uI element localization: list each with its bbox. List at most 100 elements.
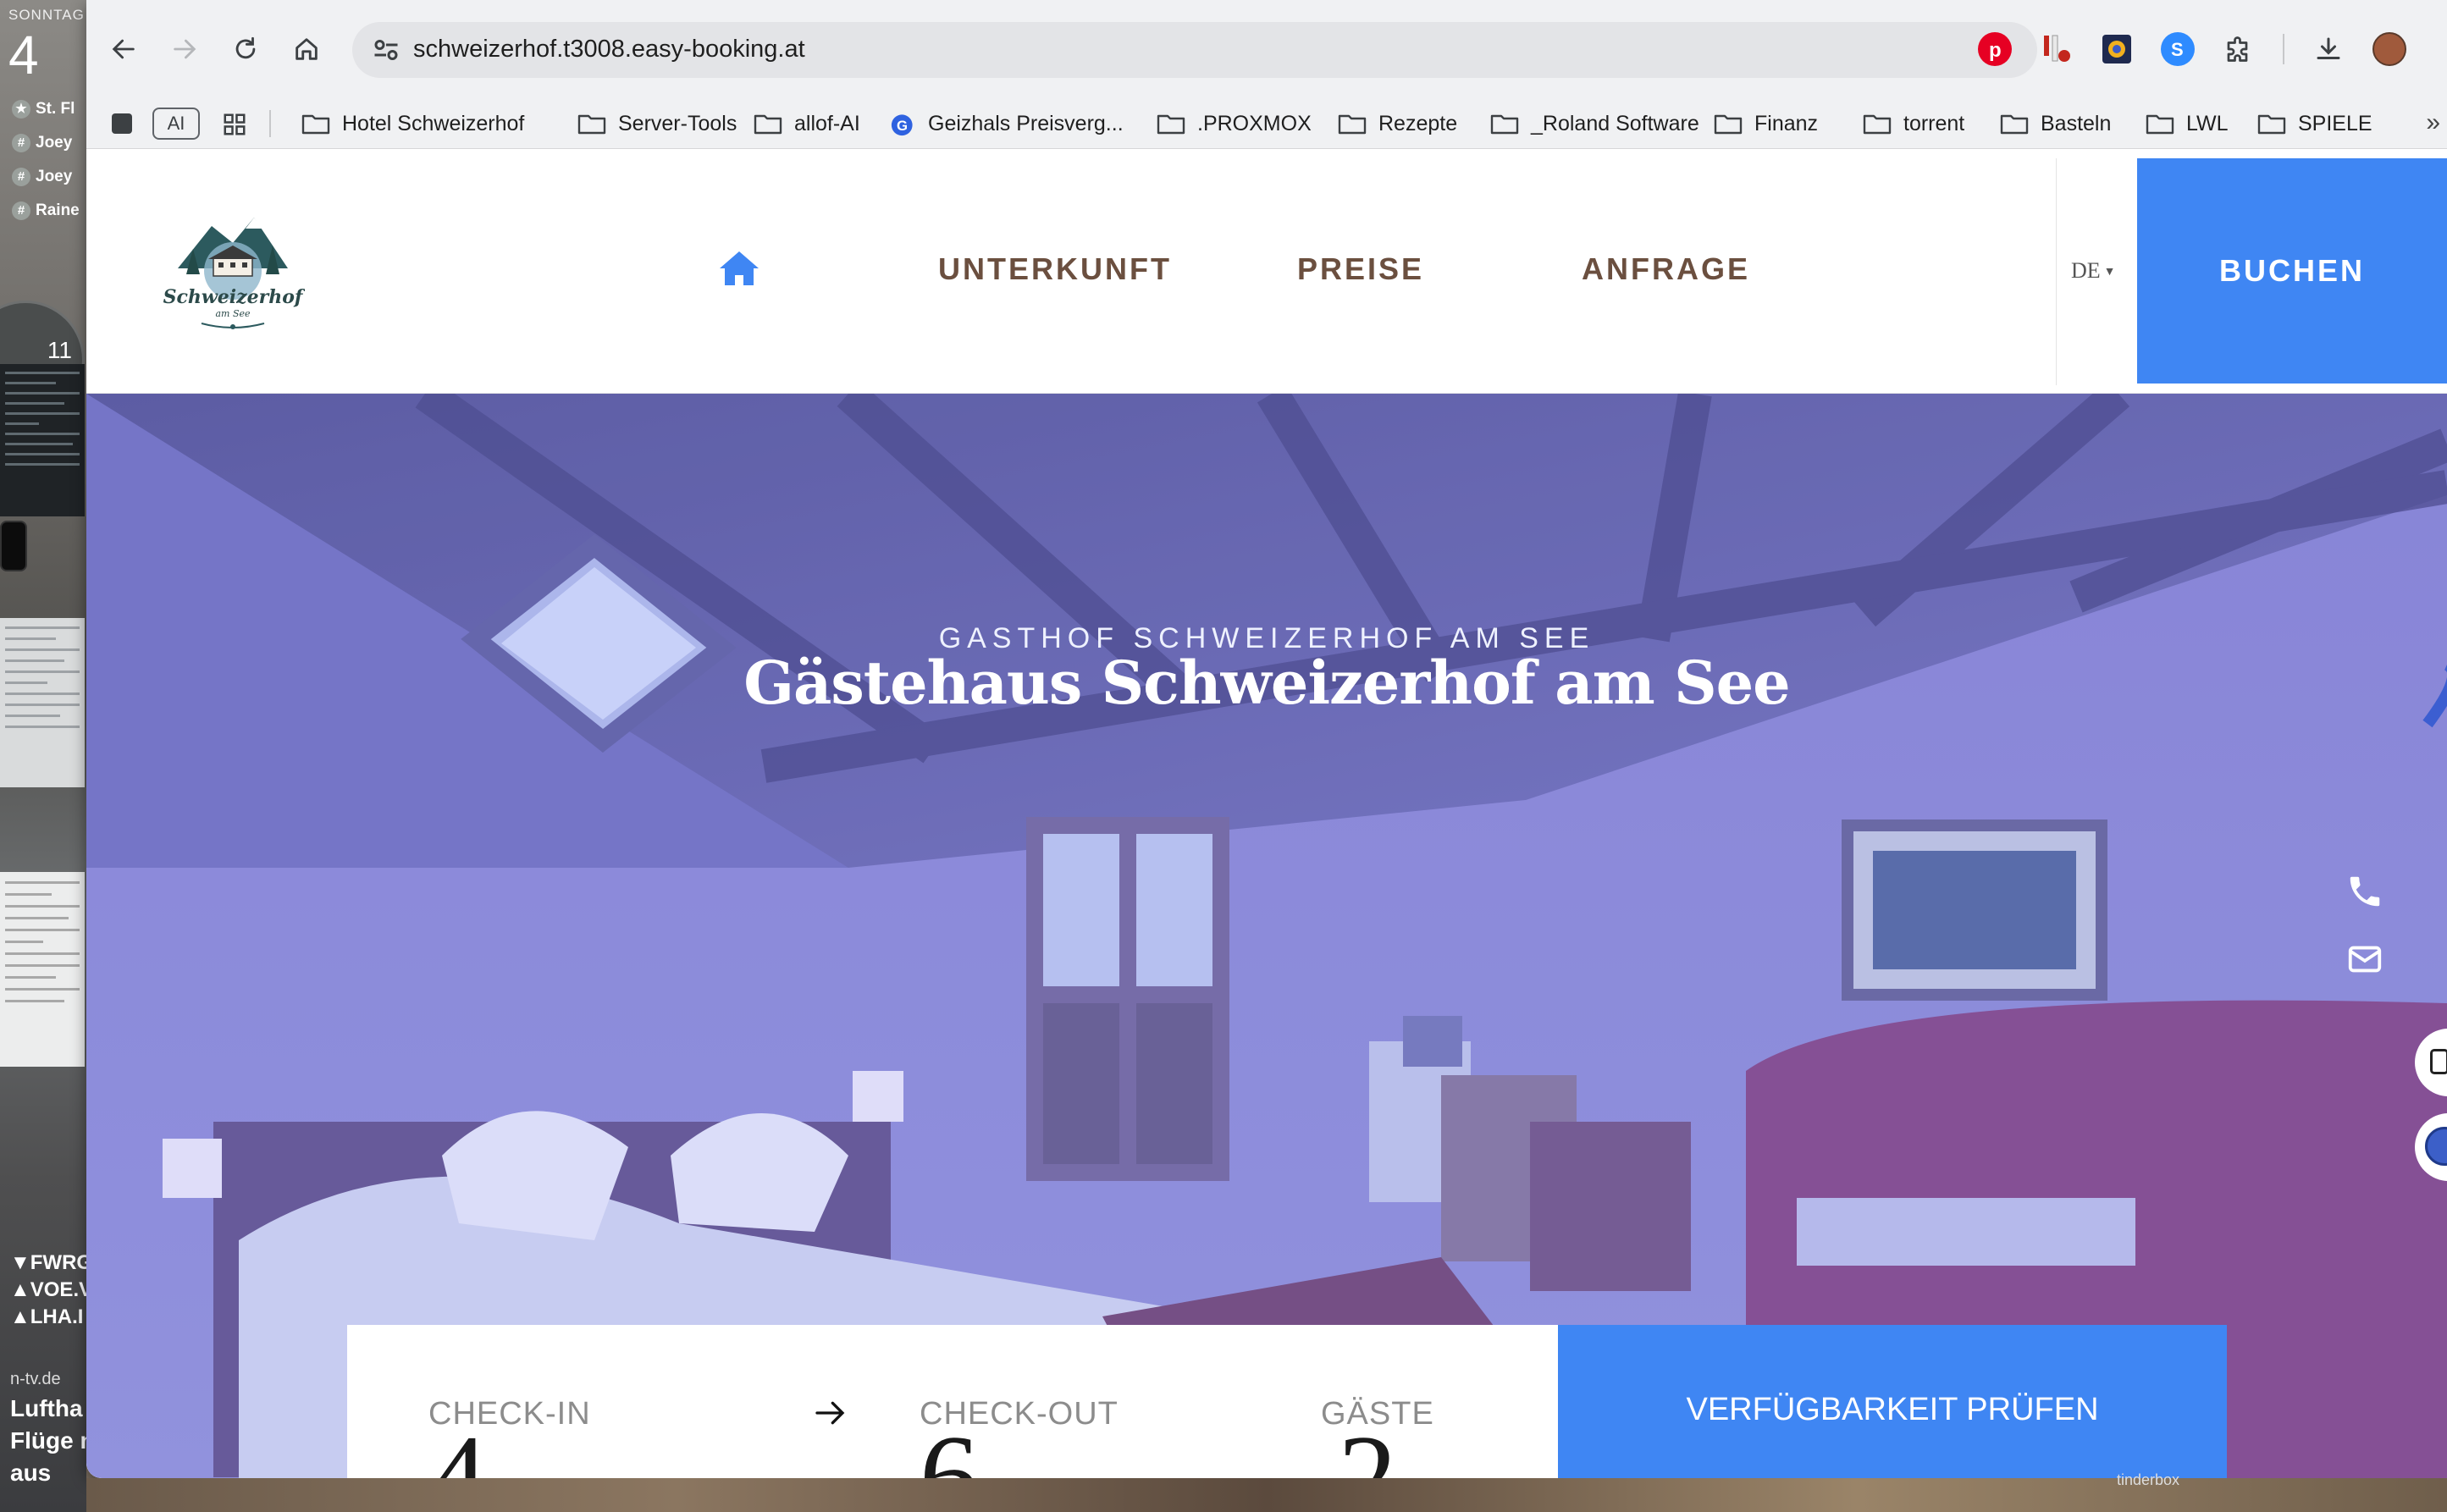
g-logo-icon: G xyxy=(891,114,913,136)
app-thumbnail[interactable] xyxy=(0,521,27,571)
pinterest-extension-icon[interactable]: p xyxy=(1978,32,2012,66)
reload-icon xyxy=(235,36,256,59)
reload-button[interactable] xyxy=(227,30,264,68)
stock-ticker: ▲VOE.V xyxy=(10,1278,86,1301)
bookmark-label: Rezepte xyxy=(1378,111,1458,135)
stock-ticker: ▼FWRG xyxy=(10,1251,86,1274)
bookmark-label: LWL xyxy=(2186,111,2229,135)
toolbar-separator xyxy=(2283,34,2284,64)
logo-text: Schweizerhof xyxy=(163,286,305,308)
language-selector[interactable]: DE ▼ xyxy=(2071,258,2116,284)
bookmark-label: Geizhals Preisverg... xyxy=(928,111,1124,135)
checkout-date[interactable]: 6Mai xyxy=(920,1418,1071,1479)
bookmark-label: Server-Tools xyxy=(618,111,737,135)
bookmark-item[interactable]: Hotel Schweizerhof xyxy=(301,98,524,149)
bookmark-item[interactable]: Finanz xyxy=(1714,98,1818,149)
profile-avatar[interactable] xyxy=(2372,32,2406,66)
guests-value[interactable]: 2 xyxy=(1338,1418,1397,1479)
nav-anfrage[interactable]: ANFRAGE xyxy=(1582,251,1750,287)
folder-icon xyxy=(754,114,782,135)
mail-icon[interactable] xyxy=(2345,940,2384,979)
bookmark-item[interactable]: torrent xyxy=(1863,98,1964,149)
event-icon: # xyxy=(12,134,30,152)
calendar-event[interactable]: # Raine xyxy=(12,201,80,220)
nav-unterkunft[interactable]: UNTERKUNFT xyxy=(938,251,1172,287)
web-page: Schweizerhof am See UNTERKUNFT PREISE AN… xyxy=(86,150,2447,1478)
header-divider xyxy=(2056,158,2057,385)
url-text[interactable]: schweizerhof.t3008.easy-booking.at xyxy=(413,36,805,63)
address-bar[interactable]: schweizerhof.t3008.easy-booking.at xyxy=(352,22,2037,78)
sync-extension-icon[interactable]: S xyxy=(2161,32,2195,66)
bookmark-label: Basteln xyxy=(2041,111,2112,135)
folder-icon xyxy=(2000,114,2029,135)
bookmark-item[interactable]: SPIELE xyxy=(2257,98,2372,149)
checkout-day: 6 xyxy=(920,1411,979,1479)
calendar-day-label: SONNTAG xyxy=(8,7,85,23)
desktop-wallpaper-strip xyxy=(86,1478,2447,1512)
hero-room-image xyxy=(86,394,2447,1478)
bookmark-label: Finanz xyxy=(1754,111,1819,135)
folder-icon xyxy=(1338,114,1367,135)
calendar-date: 4 xyxy=(8,25,39,86)
bookmark-item[interactable]: Basteln xyxy=(2000,98,2111,149)
folder-icon xyxy=(1863,114,1892,135)
calendar-event[interactable]: # Joey xyxy=(12,134,72,152)
home-icon[interactable] xyxy=(718,250,760,287)
folder-icon xyxy=(2257,114,2286,135)
home-outline-icon xyxy=(296,38,318,60)
tab-search-icon[interactable] xyxy=(112,113,132,134)
bookmark-label: _Roland Software xyxy=(1531,111,1699,135)
back-arrow-icon xyxy=(112,39,135,59)
bookmark-item[interactable]: LWL xyxy=(2146,98,2229,149)
folder-icon xyxy=(2146,114,2174,135)
bookmarks-bar: AI Hotel Schweizerhof Server-Tools allof-A… xyxy=(86,98,2447,149)
calendar-event[interactable]: # Joey xyxy=(12,168,72,186)
nav-preise[interactable]: PREISE xyxy=(1297,251,1424,287)
footer-label: tinderbox xyxy=(2117,1471,2180,1488)
forward-button[interactable] xyxy=(166,30,203,68)
svg-text:S: S xyxy=(2171,39,2184,60)
checkin-month: Mai xyxy=(493,1468,580,1478)
bookmark-item[interactable]: allof-AI xyxy=(754,98,860,149)
checkin-day: 4 xyxy=(428,1411,488,1479)
bookmark-item[interactable]: Server-Tools xyxy=(577,98,737,149)
extension-icon[interactable] xyxy=(2039,32,2073,66)
news-source: n-tv.de xyxy=(10,1370,61,1388)
bookmark-item[interactable]: _Roland Software xyxy=(1490,98,1699,149)
desktop-widgets: SONNTAG 4 ★ St. Fl # Joey # Joey # Raine 11 … xyxy=(0,0,86,1512)
schweizerhof-logo[interactable]: Schweizerhof am See xyxy=(161,196,305,340)
booking-widget: CHECK-IN 4Mai CHECK-OUT 6Mai GÄSTE 2 VER… xyxy=(347,1325,2227,1478)
ai-button[interactable]: AI xyxy=(152,108,200,140)
folder-icon xyxy=(577,114,606,135)
check-availability-button[interactable]: VERFÜGBARKEIT PRÜFEN xyxy=(1558,1325,2227,1478)
bookmark-label: allof-AI xyxy=(794,111,860,135)
hero-section: GASTHOF SCHWEIZERHOF AM SEE Gästehaus Sc… xyxy=(86,394,2447,1478)
more-bookmarks-button[interactable]: » xyxy=(2426,108,2440,137)
hero-title: Gästehaus Schweizerhof am See xyxy=(743,648,1790,718)
checkout-month: Mai xyxy=(984,1468,1071,1478)
apps-grid-icon[interactable] xyxy=(222,112,247,137)
back-button[interactable] xyxy=(105,30,142,68)
checkin-date[interactable]: 4Mai xyxy=(428,1418,580,1479)
bookmark-label: SPIELE xyxy=(2298,111,2372,135)
download-icon[interactable] xyxy=(2312,32,2345,66)
news-headline[interactable]: Luftha Flüge n aus xyxy=(10,1393,86,1489)
bookmark-item[interactable]: G Geizhals Preisverg... xyxy=(891,98,1124,149)
extension-icon[interactable] xyxy=(2100,32,2134,66)
extensions-puzzle-icon[interactable] xyxy=(2222,32,2256,66)
bookmark-item[interactable]: Rezepte xyxy=(1338,98,1457,149)
phone-icon[interactable] xyxy=(2345,872,2384,911)
home-button[interactable] xyxy=(288,30,325,68)
svg-text:p: p xyxy=(1989,39,2002,62)
terminal-window-thumbnail[interactable] xyxy=(0,364,85,516)
code-window-thumbnail[interactable] xyxy=(0,872,85,1067)
buchen-button[interactable]: BUCHEN xyxy=(2137,158,2447,384)
folder-icon xyxy=(1714,114,1743,135)
folder-icon xyxy=(1490,114,1519,135)
star-icon: ★ xyxy=(12,100,30,119)
bookmark-item[interactable]: .PROXMOX xyxy=(1157,98,1312,149)
document-window-thumbnail[interactable] xyxy=(0,618,85,787)
bookmark-label: Hotel Schweizerhof xyxy=(342,111,525,135)
calendar-event[interactable]: ★ St. Fl xyxy=(12,100,75,119)
site-header: Schweizerhof am See UNTERKUNFT PREISE AN… xyxy=(86,150,2447,394)
